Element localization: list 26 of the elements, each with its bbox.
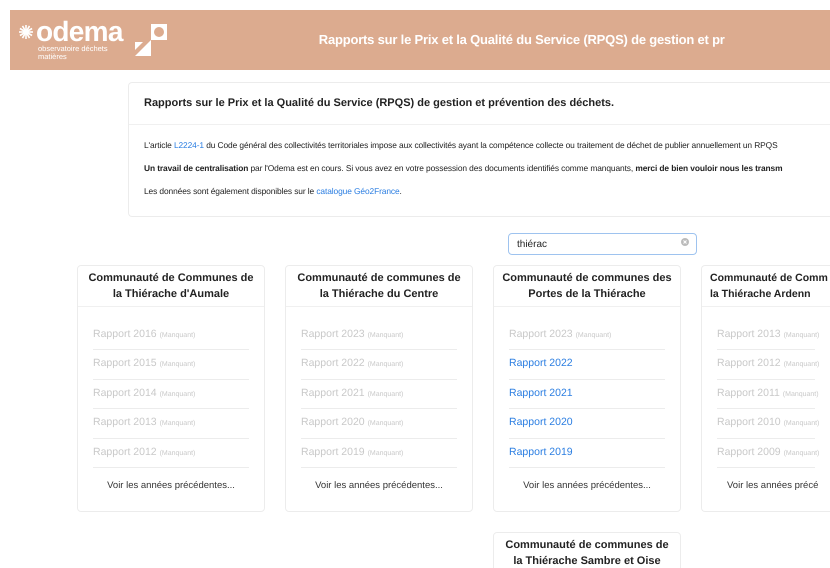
header-title: Rapports sur le Prix et la Qualité du Service (RPQS) de gestion et pr [318, 31, 725, 50]
report-link[interactable]: Rapport 2022 [509, 356, 573, 372]
previous-years-link[interactable]: Voir les années précédentes... [523, 479, 651, 494]
card-title: Communauté de Communes de la Thiérache d'Aumale [87, 270, 255, 302]
card-title: Communauté de communes des Portes de la Thiérache [501, 270, 673, 302]
card-title: Communauté de communes de la Thiérache Sambre et Oise [504, 538, 670, 568]
report-link[interactable]: Rapport 2020 [509, 415, 573, 432]
report-link[interactable]: Rapport 2021 [509, 386, 573, 402]
card-title: Communauté de communes de la Thiérache du Centre [296, 270, 462, 302]
intro-paragraph: Un travail de centralisation par l'Odema est en cours. Si vous avez en votre possession des documents identifiés comme manquants, merci de bien vouloir nous les transm [144, 162, 782, 174]
intro-paragraph: L'article L2224-1 du Code général des collectivités territoriales impose aux collectivités ayant la compétence collecte ou traitement de déchet de publier annuellement un RPQS [144, 138, 778, 150]
intro-paragraph: Les données sont également disponibles sur le catalogue Géo2France. [144, 184, 402, 196]
previous-years-link[interactable]: Voir les années précédentes... [315, 479, 443, 494]
card-title: la Thiérache Ardenn [710, 286, 812, 302]
logo-mark-icon [132, 22, 169, 58]
clear-icon[interactable] [681, 238, 689, 246]
intro-title: Rapports sur le Prix et la Qualité du Service (RPQS) de gestion et prévention des déchets. [144, 96, 616, 111]
sunburst-icon [18, 24, 34, 40]
search-field[interactable]: thiérac [508, 233, 697, 255]
text-link[interactable]: catalogue Géo2France [316, 186, 400, 196]
logo-wordmark: odema [36, 19, 123, 45]
previous-years-link[interactable]: Voir les années précé [727, 479, 818, 494]
previous-years-link[interactable]: Voir les années précédentes... [107, 479, 235, 494]
card-title: Communauté de Comm [710, 270, 829, 286]
text-link[interactable]: L2224-1 [174, 140, 204, 150]
report-link[interactable]: Rapport 2019 [509, 444, 573, 461]
